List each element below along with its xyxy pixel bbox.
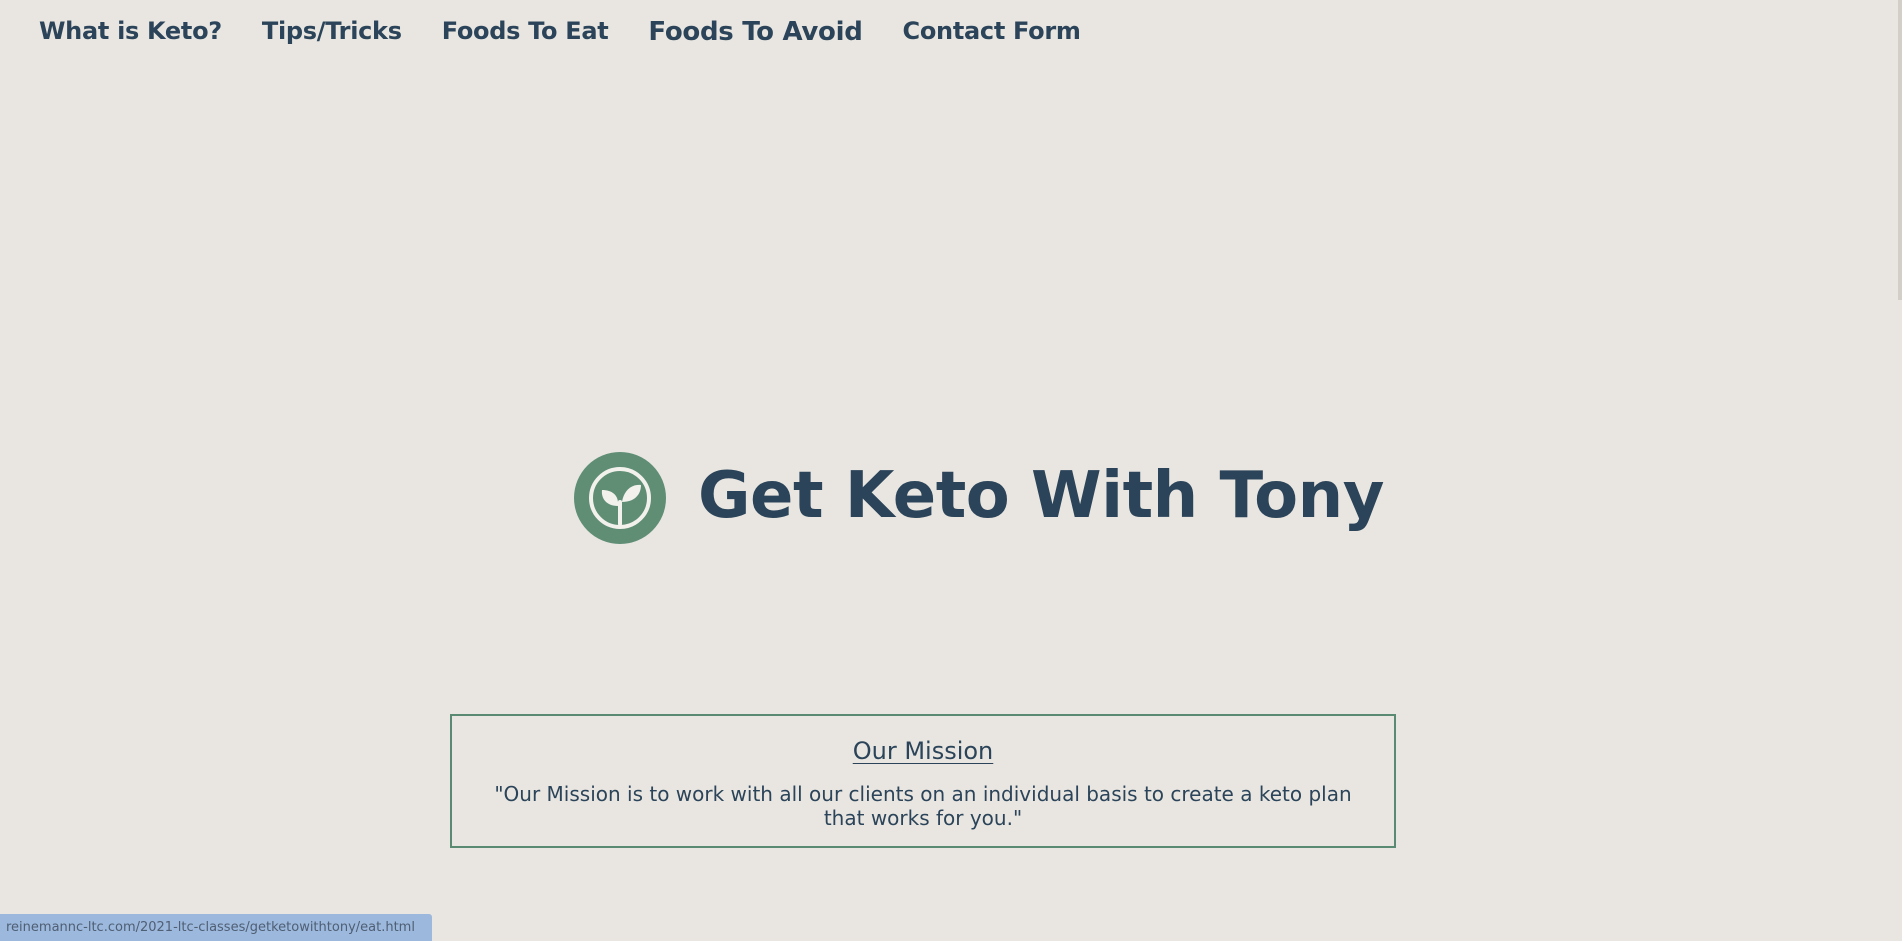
brand-name: Get Keto With Tony: [698, 459, 1384, 533]
status-bar-url: reinemannc-ltc.com/2021-ltc-classes/getk…: [0, 914, 432, 941]
nav-link-foods-to-avoid[interactable]: Foods To Avoid: [648, 15, 862, 49]
nav-link-contact-form[interactable]: Contact Form: [903, 14, 1081, 48]
hero-logo: Get Keto With Tony: [574, 452, 1384, 544]
mission-text: "Our Mission is to work with all our cli…: [494, 782, 1352, 830]
mission-title: Our Mission: [852, 737, 994, 765]
nav-link-what-is-keto[interactable]: What is Keto?: [39, 14, 222, 48]
mission-box: Our Mission "Our Mission is to work with…: [450, 714, 1396, 848]
nav-link-foods-to-eat[interactable]: Foods To Eat: [442, 14, 609, 48]
sprout-icon: [574, 452, 666, 544]
top-nav: What is Keto? Tips/Tricks Foods To Eat F…: [39, 14, 1081, 48]
scrollbar[interactable]: [1898, 0, 1902, 300]
nav-link-tips-tricks[interactable]: Tips/Tricks: [262, 14, 402, 48]
